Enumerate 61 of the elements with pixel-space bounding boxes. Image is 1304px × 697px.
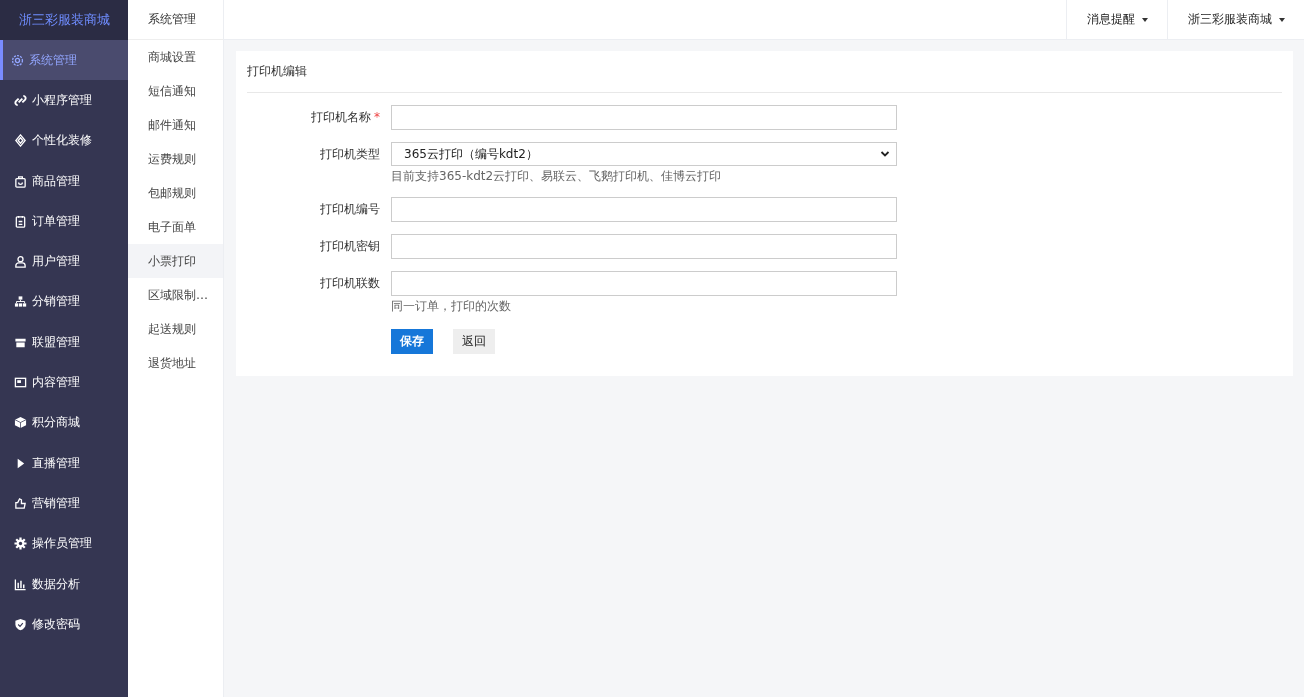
sidebar-item[interactable]: 分销管理 (0, 281, 128, 323)
sidebar-item[interactable]: 积分商城 (0, 402, 128, 443)
sidebar-item[interactable]: 直播管理 (0, 442, 128, 484)
app-logo: 浙三彩服装商城 (0, 0, 128, 40)
field-label: 打印机联数 (320, 276, 380, 290)
sidebar-item[interactable]: 数据分析 (0, 563, 128, 605)
required-mark: * (374, 110, 380, 124)
dropdown-menu[interactable]: 消息提醒 (1066, 0, 1167, 39)
hand-icon (14, 496, 27, 510)
input-field[interactable] (391, 271, 897, 296)
cube-icon (14, 416, 27, 430)
field-label: 打印机类型 (320, 147, 380, 161)
subnav-item[interactable]: 短信通知 (128, 74, 223, 108)
dropdown-menu[interactable]: 浙三彩服装商城 (1167, 0, 1304, 39)
subnav-item[interactable]: 小票打印 (128, 244, 223, 278)
gear-icon (11, 53, 24, 67)
subnav-item[interactable]: 电子面单 (128, 210, 223, 244)
caret-icon (1279, 17, 1285, 22)
dropdown-select[interactable]: 365云打印（编号kdt2） (391, 142, 897, 166)
sidebar-item[interactable]: 系统管理 (0, 40, 128, 81)
subnav-title: 系统管理 (128, 0, 223, 40)
help-text: 目前支持365-kdt2云打印、易联云、飞鹅打印机、佳博云打印 (391, 168, 723, 185)
clipboard-icon (14, 214, 27, 228)
sidebar-item[interactable]: 用户管理 (0, 241, 128, 282)
input-field[interactable] (391, 105, 897, 130)
settings-icon (14, 537, 27, 551)
card-title: 打印机编辑 (247, 51, 1282, 93)
sidebar-item[interactable]: 小程序管理 (0, 80, 128, 121)
user-icon (14, 255, 27, 269)
sidebar-item[interactable]: 操作员管理 (0, 523, 128, 564)
sidebar-item[interactable]: 内容管理 (0, 362, 128, 403)
save-button[interactable]: 保存 (391, 329, 433, 354)
link-icon (14, 93, 27, 107)
sidebar-item[interactable]: 联盟管理 (0, 322, 128, 363)
sidebar-item[interactable]: 订单管理 (0, 201, 128, 242)
subnav-item[interactable]: 区域限制… (128, 278, 223, 312)
panel-icon (14, 376, 27, 389)
chevron-down-icon (880, 149, 890, 159)
subnav-item[interactable]: 邮件通知 (128, 108, 223, 142)
diamond-icon (14, 134, 27, 148)
input-field[interactable] (391, 197, 897, 222)
sidebar-item[interactable]: 个性化装修 (0, 120, 128, 161)
subnav-item[interactable]: 包邮规则 (128, 176, 223, 210)
field-label: 打印机名称 (311, 110, 371, 124)
sidebar-item[interactable]: 营销管理 (0, 483, 128, 524)
subnav-item[interactable]: 商城设置 (128, 40, 223, 74)
subnav-item[interactable]: 起送规则 (128, 312, 223, 346)
bag-icon (14, 174, 27, 188)
back-button[interactable]: 返回 (453, 329, 495, 354)
shield-icon (14, 617, 27, 631)
field-label: 打印机编号 (320, 202, 380, 216)
subnav-item[interactable]: 运费规则 (128, 142, 223, 176)
hierarchy-icon (14, 295, 27, 309)
input-field[interactable] (391, 234, 897, 259)
subnav-item[interactable]: 退货地址 (128, 346, 223, 380)
sidebar-item[interactable]: 修改密码 (0, 604, 128, 645)
bar-chart-icon (14, 577, 27, 591)
help-text: 同一订单，打印的次数 (391, 298, 512, 315)
sidebar-item[interactable]: 商品管理 (0, 160, 128, 202)
caret-icon (1142, 17, 1148, 22)
field-label: 打印机密钥 (320, 239, 380, 253)
